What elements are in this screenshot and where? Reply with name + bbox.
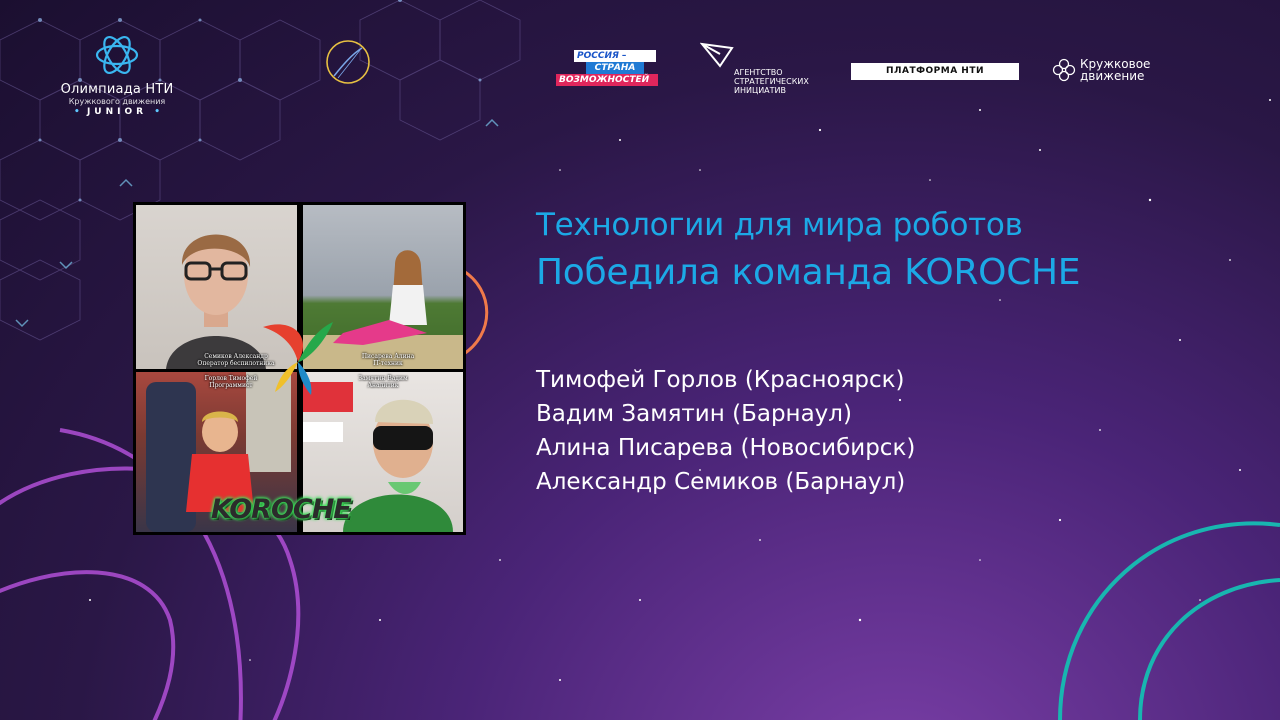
caption-member-2: Писарева Алина IT-техник — [361, 353, 415, 367]
leaf-emblem-icon — [263, 322, 333, 395]
slide-title: Технологии для мира роботов — [536, 207, 1023, 243]
russia-logo-line3: ВОЗМОЖНОСТЕЙ — [556, 74, 658, 86]
asi-logo-text: АГЕНТСТВО СТРАТЕГИЧЕСКИХ ИНИЦИАТИВ — [734, 68, 809, 95]
caption-member-4: Замятин Вадим Аналитик — [358, 375, 408, 389]
olympiad-level: • JUNIOR • — [74, 107, 160, 117]
russia-logo-line1: РОССИЯ – — [574, 50, 656, 62]
russia-opportunities-logo: РОССИЯ – СТРАНА ВОЗМОЖНОСТЕЙ — [556, 50, 658, 86]
olympiad-title: Олимпиада НТИ — [60, 82, 174, 97]
olympiad-subtitle: Кружкового движения — [68, 97, 166, 106]
platform-nti-logo: ПЛАТФОРМА НТИ — [851, 63, 1019, 80]
list-item: Вадим Замятин (Барнаул) — [536, 401, 852, 427]
atom-icon — [95, 36, 139, 74]
list-item: Александр Семиков (Барнаул) — [536, 469, 906, 495]
list-item: Алина Писарева (Новосибирск) — [536, 435, 916, 461]
team-logo-koroche: KOROCHE — [211, 494, 352, 525]
list-item: Тимофей Горлов (Красноярск) — [536, 367, 905, 393]
kruzhkovoe-dvizhenie-logo: Кружковое движение — [1052, 58, 1150, 82]
orbit-circle-icon — [326, 40, 370, 84]
asi-arrow-icon — [700, 42, 734, 68]
flower-icon — [1052, 58, 1076, 82]
kruzhok-logo-line2: движение — [1080, 69, 1145, 83]
russia-logo-line2: СТРАНА — [586, 62, 644, 74]
olympiad-nti-logo: Олимпиада НТИ Кружкового движения • JUNI… — [52, 32, 182, 117]
slide-subtitle: Победила команда KOROCHE — [536, 252, 1081, 293]
team-members-list: Тимофей Горлов (Красноярск) Вадим Замяти… — [536, 363, 915, 499]
team-photo-collage: Семиков Александр Оператор беспилотника … — [133, 202, 466, 535]
